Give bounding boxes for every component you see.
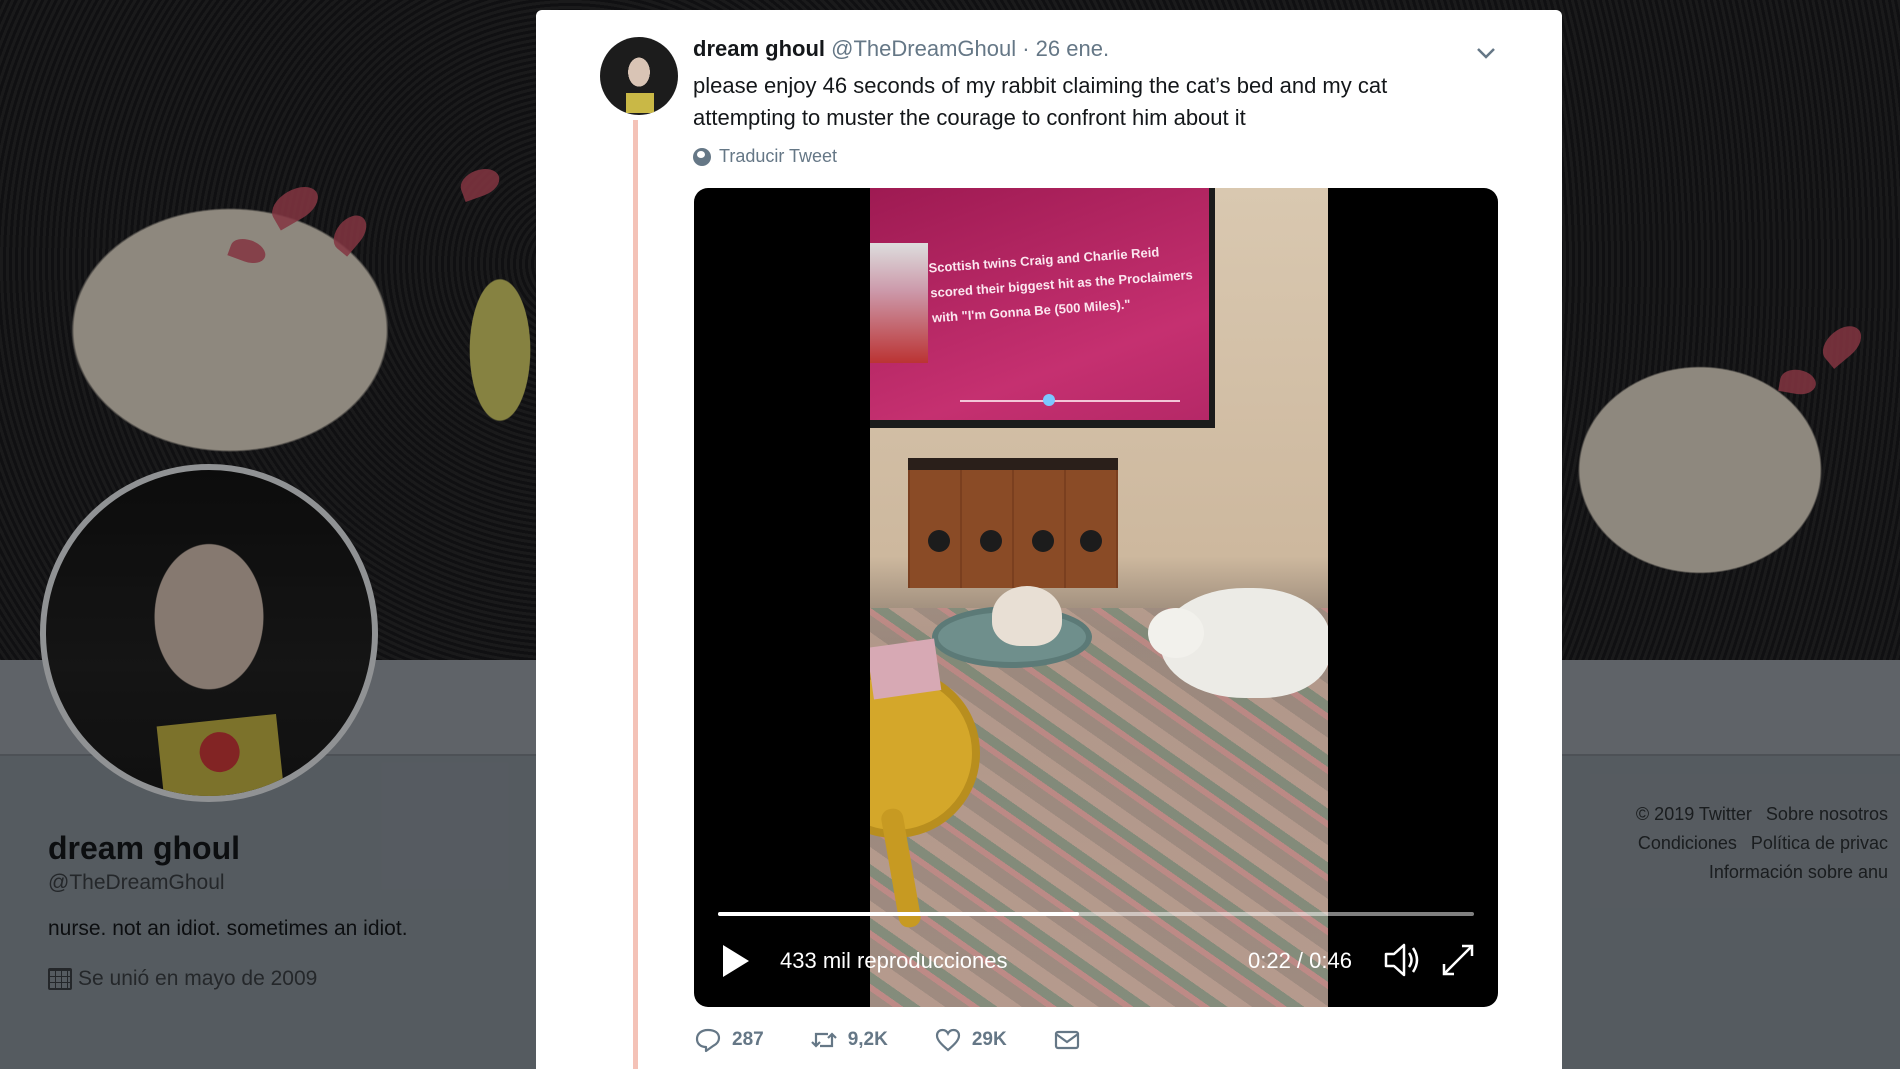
play-icon[interactable] (718, 940, 754, 982)
video-frame: Scottish twins Craig and Charlie Reid sc… (870, 188, 1328, 1007)
profile-avatar[interactable] (40, 464, 378, 802)
profile-bio: nurse. not an idiot. sometimes an idiot. (48, 917, 408, 940)
tweet-avatar[interactable] (600, 37, 678, 115)
chevron-down-icon[interactable] (1471, 38, 1501, 68)
like-button[interactable]: 29K (934, 1026, 1007, 1054)
video-progress-bar[interactable] (718, 912, 1474, 916)
tv-screen: Scottish twins Craig and Charlie Reid sc… (870, 188, 1215, 428)
tweet-header: dream ghoul @TheDreamGhoul · 26 ene. (693, 36, 1109, 62)
footer-copyright: © 2019 Twitter (1635, 804, 1752, 824)
translate-tweet-link[interactable]: Traducir Tweet (693, 146, 837, 167)
retweet-count: 9,2K (847, 1029, 888, 1050)
tweet-actions: 287 9,2K 29K (694, 1020, 1127, 1060)
like-count: 29K (971, 1029, 1007, 1050)
tweet-modal: dream ghoul @TheDreamGhoul · 26 ene. ple… (536, 10, 1562, 1069)
thread-line (633, 120, 638, 1069)
tv-caption: Scottish twins Craig and Charlie Reid sc… (928, 244, 1194, 326)
video-player[interactable]: Scottish twins Craig and Charlie Reid sc… (694, 188, 1498, 1007)
tweet-author-name[interactable]: dream ghoul (693, 36, 825, 61)
volume-icon[interactable] (1380, 938, 1424, 982)
tweet-text: please enjoy 46 seconds of my rabbit cla… (693, 73, 1388, 130)
reply-icon (695, 1028, 721, 1053)
dm-icon (1054, 1030, 1079, 1050)
video-time: 0:22 / 0:46 (1248, 948, 1352, 973)
profile-info: dream ghoul @TheDreamGhoul nurse. not an… (48, 830, 528, 991)
joined-text: Se unió en mayo de 2009 (78, 967, 318, 990)
profile-joined: Se unió en mayo de 2009 (48, 967, 528, 991)
reply-count: 287 (732, 1029, 764, 1050)
tweet-author-handle[interactable]: @TheDreamGhoul (831, 36, 1016, 61)
footer-about-link[interactable]: Sobre nosotros (1766, 804, 1888, 824)
translate-label: Traducir Tweet (719, 146, 838, 166)
reply-button[interactable]: 287 (694, 1026, 764, 1054)
calendar-icon (48, 968, 72, 990)
video-progress-fill (718, 912, 1080, 916)
profile-handle[interactable]: @TheDreamGhoul (48, 871, 528, 895)
like-icon (935, 1028, 960, 1052)
retweet-button[interactable]: 9,2K (810, 1026, 888, 1054)
globe-icon (693, 147, 711, 166)
profile-name[interactable]: dream ghoul (48, 830, 528, 867)
rabbit (992, 586, 1062, 646)
footer-ads-link[interactable]: Información sobre anu (1709, 862, 1888, 882)
fullscreen-icon[interactable] (1436, 938, 1480, 982)
video-views: 433 mil reproducciones (780, 948, 1008, 973)
dm-button[interactable] (1053, 1026, 1081, 1054)
retweet-icon (810, 1032, 837, 1048)
footer-links: © 2019 Twitter Sobre nosotros Condiciones… (1590, 774, 1900, 908)
footer-terms-link[interactable]: Condiciones (1638, 833, 1737, 853)
tweet-date[interactable]: · 26 ene. (1022, 36, 1109, 61)
footer-privacy-link[interactable]: Política de privac (1751, 833, 1888, 853)
